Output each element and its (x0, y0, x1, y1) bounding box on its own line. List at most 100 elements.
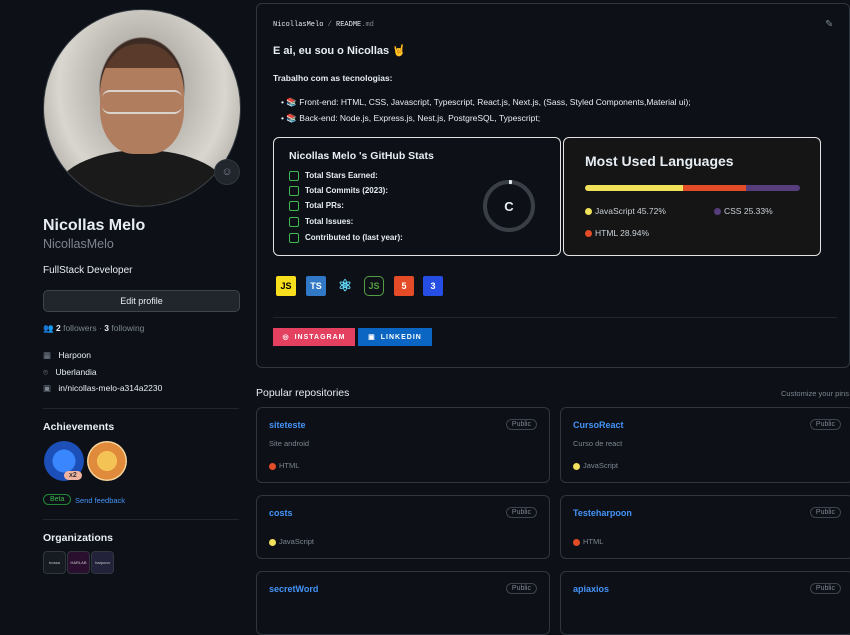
language-color-dot (269, 462, 276, 470)
repo-name-link[interactable]: costs (269, 508, 293, 518)
divider (43, 408, 239, 409)
divider (273, 317, 837, 318)
achievement-badge-yolo[interactable] (87, 441, 127, 481)
repo-name-link[interactable]: CursoReact (573, 420, 624, 430)
avatar[interactable] (43, 9, 241, 207)
repo-card: costs Public JavaScript (256, 495, 550, 559)
typescript-icon: TS (306, 276, 326, 296)
people-icon: 👥 (43, 323, 54, 333)
language-color-dot (714, 208, 721, 216)
language-bar-segment (683, 185, 746, 191)
visibility-badge: Public (505, 419, 537, 430)
org-avatar[interactable]: harpoon (91, 551, 114, 574)
pull-request-icon (289, 201, 299, 211)
repo-name-link[interactable]: Testeharpoon (573, 508, 632, 518)
github-stats-card: Nicollas Melo 's GitHub Stats Total Star… (273, 137, 561, 256)
stat-row: Total Stars Earned: (289, 171, 378, 181)
repo-name-link[interactable]: apiaxios (573, 584, 609, 594)
repo-card: Testeharpoon Public HTML (560, 495, 850, 559)
company-row: ▦ Harpoon (43, 350, 92, 360)
repo-language: HTML (573, 537, 603, 546)
repo-card: secretWord Public (256, 571, 550, 635)
javascript-icon: JS (276, 276, 296, 296)
repo-icon (289, 233, 299, 243)
repo-language: HTML (269, 461, 299, 470)
edit-profile-button[interactable]: Edit profile (43, 290, 240, 312)
visibility-badge: Public (809, 419, 841, 430)
send-feedback-link[interactable]: Send feedback (75, 496, 125, 505)
location-icon: ⌾ (43, 367, 49, 377)
profile-bio: FullStack Developer (43, 265, 133, 276)
smiley-icon: ☺ (221, 166, 233, 178)
readme-greeting: E ai, eu sou o Nicollas 🤘 (273, 45, 406, 57)
visibility-badge: Public (809, 583, 841, 594)
languages-bar (585, 185, 800, 191)
stat-row: Total Commits (2023): (289, 186, 388, 196)
tech-heading: Trabalho com as tecnologias: (273, 73, 393, 83)
profile-username: NicollasMelo (43, 237, 114, 251)
language-color-dot (585, 208, 592, 216)
repo-card: apiaxios Public (560, 571, 850, 635)
linkedin-icon: ▣ (368, 334, 376, 341)
instagram-icon: ◎ (282, 334, 290, 341)
tech-list-item: • 📚 Back-end: Node.js, Express.js, Nest.… (281, 113, 541, 123)
readme-path: NicollasMelo / README.md (273, 21, 374, 29)
profile-name: Nicollas Melo (43, 217, 146, 234)
organization-icon: ▦ (43, 350, 52, 360)
visibility-badge: Public (505, 583, 537, 594)
linkedin-row[interactable]: ▣ in/nicollas-melo-a314a2230 (43, 383, 162, 394)
repo-card: siteteste Public Site android HTML (256, 407, 550, 483)
rank-grade: C (504, 199, 514, 214)
edit-pencil-icon[interactable]: ✎ (825, 19, 833, 30)
visibility-badge: Public (505, 507, 537, 518)
star-icon (289, 171, 299, 181)
location-row: ⌾ Uberlandia (43, 367, 97, 377)
stat-row: Total Issues: (289, 217, 353, 227)
following-link[interactable]: 3 following (104, 323, 144, 333)
repo-name-link[interactable]: secretWord (269, 584, 318, 594)
language-color-dot (585, 230, 592, 238)
instagram-badge[interactable]: ◎ INSTAGRAM (273, 328, 355, 346)
react-icon: ⚛ (335, 276, 355, 296)
language-bar-segment (585, 185, 684, 191)
issue-icon (289, 217, 299, 227)
nodejs-icon: JS (364, 276, 384, 296)
achievement-count: x2 (64, 471, 82, 480)
beta-badge: Beta (43, 494, 72, 505)
stat-row: Total PRs: (289, 201, 344, 211)
language-color-dot (573, 538, 580, 546)
language-color-dot (269, 538, 276, 546)
css3-icon: 3 (423, 276, 443, 296)
repo-name-link[interactable]: siteteste (269, 420, 306, 430)
org-avatar[interactable]: HARLAB (67, 551, 90, 574)
follow-stats: 👥 2 followers · 3 following (43, 323, 145, 333)
popular-repos-title: Popular repositories (256, 387, 350, 399)
languages-card: Most Used Languages JavaScript 45.72% CS… (563, 137, 821, 256)
followers-link[interactable]: 2 followers (56, 323, 97, 333)
set-status-button[interactable]: ☺ (214, 159, 240, 185)
organizations-title: Organizations (43, 532, 114, 544)
divider (43, 519, 239, 520)
repo-language: JavaScript (573, 461, 618, 470)
stats-title: Nicollas Melo 's GitHub Stats (289, 150, 434, 162)
repo-description: Curso de react (573, 439, 623, 448)
linkedin-badge[interactable]: ▣ LINKEDIN (358, 328, 432, 346)
stat-row: Contributed to (last year): (289, 233, 403, 243)
rank-circle: C (483, 180, 535, 232)
languages-title: Most Used Languages (585, 153, 734, 169)
repo-card: CursoReact Public Curso de react JavaScrip… (560, 407, 850, 483)
history-icon (289, 186, 299, 196)
customize-pins-link[interactable]: Customize your pins (781, 389, 849, 398)
visibility-badge: Public (809, 507, 841, 518)
language-legend-item: HTML 28.94% (585, 228, 649, 238)
repo-language: JavaScript (269, 537, 314, 546)
language-legend-item: JavaScript 45.72% (585, 206, 666, 216)
language-color-dot (573, 462, 580, 470)
html5-icon: 5 (394, 276, 414, 296)
language-bar-segment (745, 185, 800, 191)
achievements-title: Achievements (43, 421, 115, 433)
org-avatar[interactable]: bossa (43, 551, 66, 574)
tech-list-item: • 📚 Front-end: HTML, CSS, Javascript, Ty… (281, 97, 691, 107)
repo-description: Site android (269, 439, 310, 448)
language-legend-item: CSS 25.33% (714, 206, 773, 216)
